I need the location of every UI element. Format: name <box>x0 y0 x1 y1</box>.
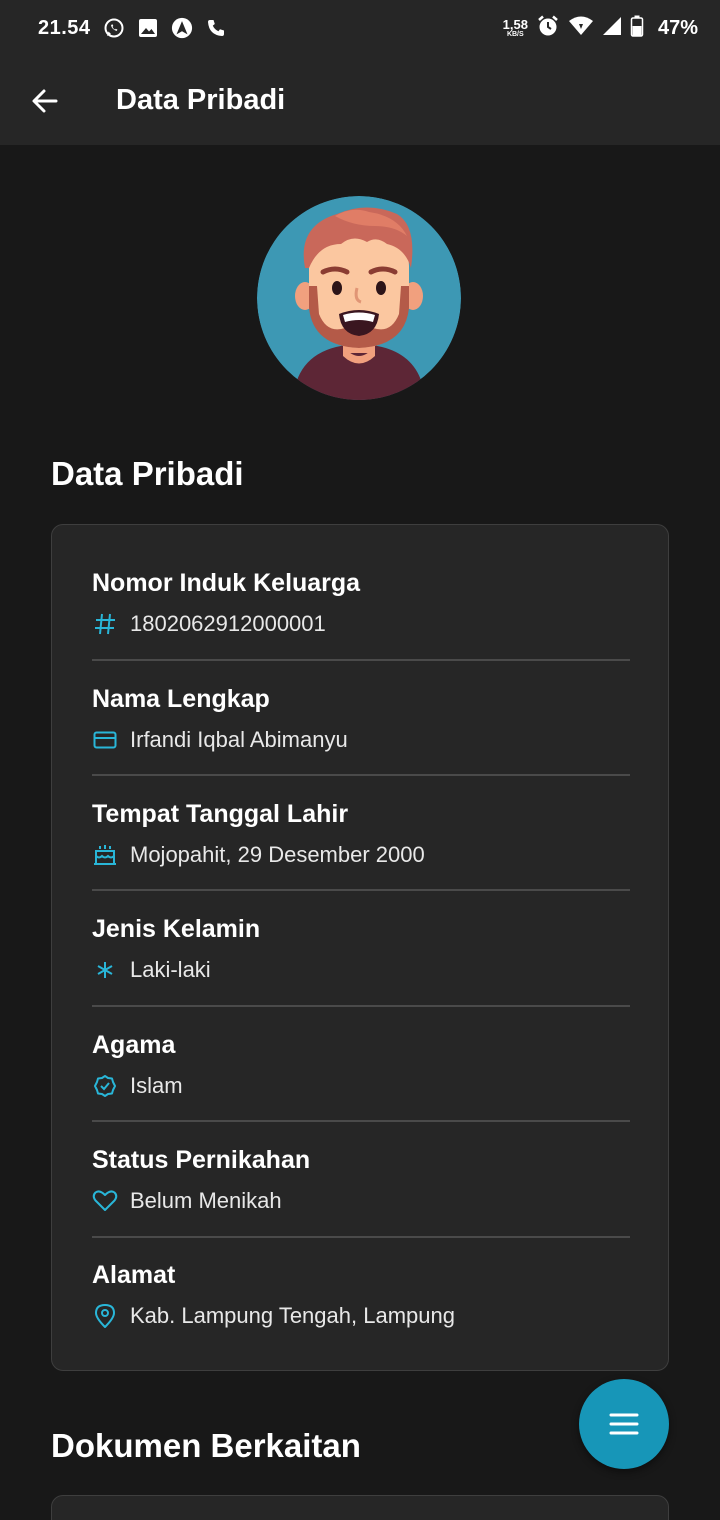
screen: 21.54 1,58 KB/S 47% Data Pribadi Data Pr… <box>0 0 720 1520</box>
field-label: Tempat Tanggal Lahir <box>92 800 349 828</box>
phone-icon <box>205 17 227 39</box>
related-documents-card <box>51 1495 669 1520</box>
cake-icon <box>92 842 118 868</box>
signal-icon <box>602 16 622 41</box>
whatsapp-icon <box>103 17 125 39</box>
field-family-number: Nomor Induk Keluarga 1802062912000001 <box>92 525 630 641</box>
field-label: Nama Lengkap <box>92 684 270 713</box>
menu-fab-button[interactable] <box>579 1379 669 1469</box>
page-title: Data Pribadi <box>116 84 286 116</box>
network-speed-unit: KB/S <box>506 31 524 38</box>
field-label: Jenis Kelamin <box>92 915 261 943</box>
id-card-icon <box>92 727 118 753</box>
image-icon <box>137 17 159 39</box>
field-birth-place-date: Tempat Tanggal Lahir Mojopahit, 29 Desem… <box>92 756 630 872</box>
field-full-name: Nama Lengkap Irfandi Iqbal Abimanyu <box>92 641 630 757</box>
field-label: Alamat <box>92 1261 176 1289</box>
location-pin-icon <box>92 1303 118 1329</box>
section-title-related-documents: Dokumen Berkaitan <box>51 1427 361 1464</box>
field-label: Status Pernikahan <box>92 1146 311 1174</box>
field-label: Agama <box>92 1031 176 1059</box>
field-gender: Jenis Kelamin Laki-laki <box>92 871 630 987</box>
wifi-icon <box>568 15 594 42</box>
field-label: Nomor Induk Keluarga <box>92 569 361 597</box>
field-value: Belum Menikah <box>130 1188 282 1213</box>
battery-icon <box>630 15 644 42</box>
section-title-personal-data: Data Pribadi <box>51 455 244 492</box>
field-value: Irfandi Iqbal Abimanyu <box>130 726 348 752</box>
heart-icon <box>92 1188 118 1214</box>
network-speed: 1,58 KB/S <box>503 18 528 38</box>
app-bar: Data Pribadi <box>0 56 720 145</box>
hash-icon <box>92 611 118 637</box>
field-address: Alamat Kab. Lampung Tengah, Lampung <box>92 1217 630 1333</box>
field-value-row: 1802062912000001 <box>92 611 326 637</box>
field-value-row: Belum Menikah <box>92 1188 282 1214</box>
asterisk-icon <box>92 957 118 983</box>
battery-percentage: 47% <box>657 16 698 39</box>
field-religion: Agama Islam <box>92 987 630 1103</box>
status-bar: 21.54 1,58 KB/S 47% <box>0 0 720 56</box>
field-value: Kab. Lampung Tengah, Lampung <box>130 1303 455 1328</box>
personal-data-card: Nomor Induk Keluarga 1802062912000001 Na… <box>51 524 669 1371</box>
alarm-icon <box>536 14 560 43</box>
status-time: 21.54 <box>38 16 91 39</box>
field-value: Islam <box>130 1073 183 1098</box>
avatar <box>257 196 461 400</box>
back-button[interactable] <box>22 78 68 124</box>
field-value: Mojopahit, 29 Desember 2000 <box>130 842 425 867</box>
verified-badge-icon <box>92 1073 118 1099</box>
field-value-row: Kab. Lampung Tengah, Lampung <box>92 1303 455 1329</box>
field-value-row: Mojopahit, 29 Desember 2000 <box>92 842 425 868</box>
status-left: 21.54 <box>38 17 227 40</box>
network-speed-value: 1,58 <box>502 17 528 32</box>
field-value: 1802062912000001 <box>130 611 326 636</box>
field-value-row: Laki-laki <box>92 957 211 983</box>
status-right: 1,58 KB/S 47% <box>503 14 698 43</box>
menu-icon <box>609 1413 639 1435</box>
field-value: Laki-laki <box>130 957 211 982</box>
field-value-row: Irfandi Iqbal Abimanyu <box>92 727 348 753</box>
field-marital-status: Status Pernikahan Belum Menikah <box>92 1102 630 1218</box>
navigation-icon <box>171 17 193 39</box>
arrow-left-icon <box>32 89 58 112</box>
field-value-row: Islam <box>92 1073 183 1099</box>
